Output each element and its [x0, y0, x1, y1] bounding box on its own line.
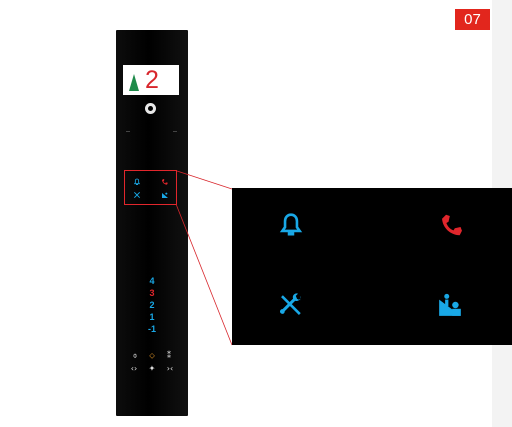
bell-icon-large[interactable]: [278, 212, 304, 238]
accessible-icon-large[interactable]: [437, 292, 463, 318]
zoomed-call-buttons: [232, 188, 512, 345]
tools-icon-large[interactable]: [278, 292, 304, 318]
phone-icon-large[interactable]: [439, 212, 465, 238]
